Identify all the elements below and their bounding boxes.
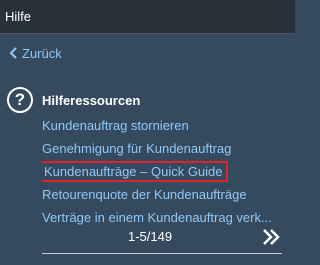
resources-heading: ? Hilferessourcen xyxy=(7,86,140,114)
help-header: Hilfe xyxy=(0,0,295,34)
resource-link[interactable]: Retourenquote der Kundenaufträge xyxy=(42,184,292,207)
pager: 1-5/149 xyxy=(42,227,282,254)
back-label: Zurück xyxy=(22,45,62,61)
resource-link[interactable]: Genehmigung für Kundenauftrag xyxy=(42,138,292,161)
page-count: 1-5/149 xyxy=(128,229,173,244)
resource-link-list: Kundenauftrag stornieren Genehmigung für… xyxy=(42,115,292,230)
header-title: Hilfe xyxy=(5,9,32,24)
chevron-left-icon xyxy=(9,47,17,59)
resources-title: Hilferessourcen xyxy=(42,92,141,108)
resource-link-highlighted[interactable]: Kundenaufträge – Quick Guide xyxy=(42,161,292,184)
back-button[interactable]: Zurück xyxy=(7,43,62,63)
question-circle-icon: ? xyxy=(7,87,33,113)
resource-link[interactable]: Kundenauftrag stornieren xyxy=(42,115,292,138)
double-chevron-right-icon[interactable] xyxy=(260,226,282,248)
